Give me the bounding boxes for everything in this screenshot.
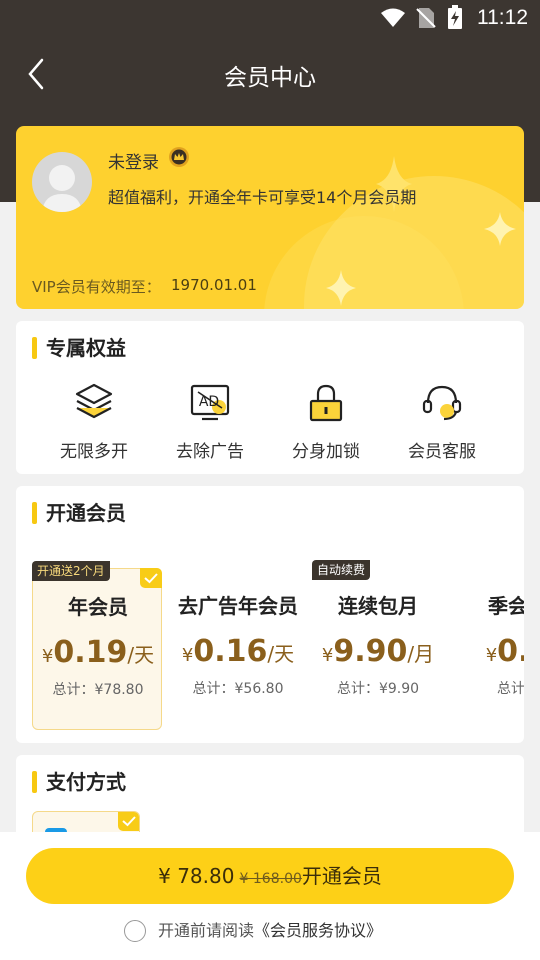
plan-price-value: 0.19 [53,635,128,670]
plan-currency: ¥ [485,645,498,666]
agreement-checkbox[interactable] [124,920,146,942]
plan-annual[interactable]: 开通送2个月 年会员 ¥0.19/天 总计：¥78.80 [32,561,163,730]
section-title-benefits: 专属权益 [32,337,126,359]
benefit-clone-lock[interactable]: 分身加锁 [268,381,384,471]
plan-monthly-auto-renew[interactable]: 自动续费 连续包月 ¥9.90/月 总计：¥9.90 [312,560,443,730]
plan-total: 总计：¥9.90 [336,681,420,697]
plan-total: 总计：¥78.80 [52,682,144,698]
plan-price-unit: /天 [267,642,295,666]
membership-plans-card: 开通会员 开通送2个月 年会员 ¥0.19/天 总计：¥78.80 去广告年会员… [16,486,524,743]
section-title-plans: 开通会员 [32,502,126,524]
vip-expire-label: VIP会员有效期至： [32,278,161,296]
checkmark-icon [122,816,136,827]
benefits-card: 专属权益 无限多开 AD 去除广告 分身加锁 会员客服 [16,321,524,474]
lock-icon [309,384,343,422]
benefit-vip-support[interactable]: 会员客服 [384,381,500,471]
membership-agreement-link[interactable]: 《会员服务协议》 [254,921,382,940]
plan-total: 总计：¥56.80 [192,681,284,697]
cta-original-price: ¥ 168.00 [239,871,302,887]
benefit-unlimited-clones[interactable]: 无限多开 [36,381,152,471]
selected-check [140,568,162,588]
headset-icon [422,385,462,421]
svg-text:AD: AD [199,394,219,410]
benefit-label: 去除广告 [176,442,244,462]
plan-price: ¥0.4 [453,634,524,669]
checkmark-icon [144,573,158,584]
page-title: 会员中心 [224,65,316,91]
wifi-icon [381,8,405,27]
vip-status-card: 未登录 超值福利，开通全年卡可享受14个月会员期 VIP会员有效期至： 1970… [16,126,524,309]
plan-price: ¥0.16/天 [173,634,303,669]
ad-remove-icon: AD [190,384,230,421]
plan-badge: 自动续费 [312,560,371,580]
agreement-prefix: 开通前请阅读 [158,921,255,940]
vip-expire-date: 1970.01.01 [171,276,257,294]
benefit-label: 无限多开 [60,442,128,462]
plan-price: ¥9.90/月 [313,634,443,669]
plan-currency: ¥ [41,646,54,667]
plan-price-value: 9.90 [333,634,408,669]
plan-badge: 开通送2个月 [32,561,110,581]
sparkle-icon [484,212,516,246]
benefits-list: 无限多开 AD 去除广告 分身加锁 会员客服 [16,381,524,471]
benefit-remove-ads[interactable]: AD 去除广告 [152,381,268,471]
plan-name: 年会员 [68,595,128,619]
crown-badge-icon [169,147,189,167]
avatar[interactable] [32,152,92,212]
user-silhouette-icon [42,165,82,212]
plan-price-unit: /天 [127,643,155,667]
plan-price-value: 0.16 [193,634,268,669]
battery-charging-icon [448,5,462,29]
no-sim-icon [416,8,436,28]
cta-label: 开通会员 [301,864,382,888]
plan-price-unit: /月 [407,642,435,666]
plan-quarterly[interactable]: 季会员 ¥0.4 总计： [453,568,524,730]
status-time: 11:12 [477,6,528,29]
plan-price: ¥0.19/天 [33,635,163,670]
plan-price-value: 0.4 [497,634,524,669]
section-title-payment: 支付方式 [32,771,126,793]
layers-icon [75,383,113,419]
cta-price: ¥ 78.80 [158,864,235,888]
plan-currency: ¥ [321,645,334,666]
open-membership-button[interactable]: ¥ 78.80 ¥ 168.00开通会员 [26,848,514,904]
benefit-label: 会员客服 [408,442,476,462]
bottom-action-bar: ¥ 78.80 ¥ 168.00开通会员 开通前请阅读《会员服务协议》 [0,832,540,960]
plan-name: 去广告年会员 [178,594,298,618]
nav-bar: 会员中心 [0,44,540,102]
benefit-label: 分身加锁 [292,442,360,462]
user-name[interactable]: 未登录 [108,148,159,173]
status-bar: 11:12 [0,0,540,36]
plan-name: 季会员 [488,594,524,618]
agreement-text: 开通前请阅读《会员服务协议》 [158,920,382,942]
plan-ad-free-annual[interactable]: 去广告年会员 ¥0.16/天 总计：¥56.80 [173,568,303,730]
sparkle-icon [326,270,356,306]
plan-list[interactable]: 开通送2个月 年会员 ¥0.19/天 总计：¥78.80 去广告年会员 ¥0.1… [32,560,524,730]
selected-check [118,812,139,831]
plan-currency: ¥ [181,645,194,666]
promo-text: 超值福利，开通全年卡可享受14个月会员期 [108,188,417,207]
plan-total: 总计： [497,681,524,697]
plan-name: 连续包月 [338,594,418,618]
